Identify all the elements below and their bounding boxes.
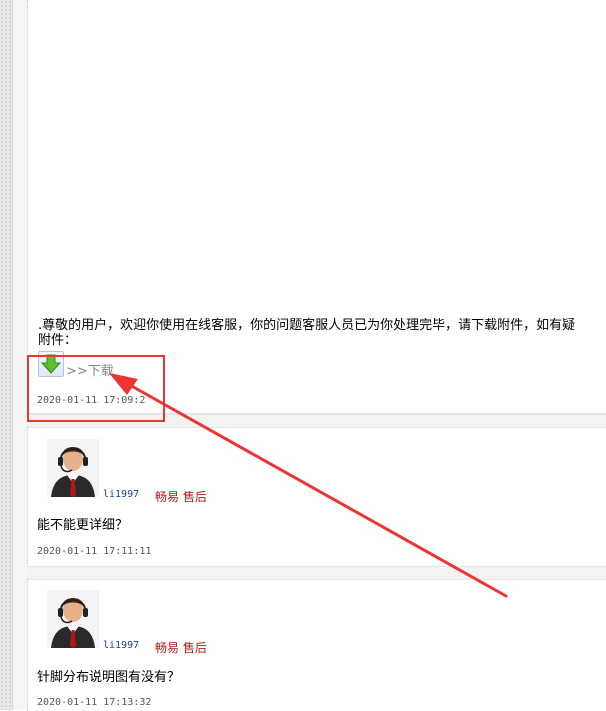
- margin-gap: [13, 0, 27, 710]
- role-badge: 畅易 售后: [155, 490, 207, 504]
- username[interactable]: li1997: [103, 489, 139, 500]
- message-card-1: .尊敬的用户，欢迎你使用在线客服，你的问题客服人员已为你处理完毕，请下载附件，如…: [27, 0, 606, 414]
- message-text: 针脚分布说明图有没有？: [37, 670, 181, 685]
- message-card-2: li1997 畅易 售后 能不能更详细？ 2020-01-11 17:11:11: [27, 427, 606, 567]
- message-time: 2020-01-11 17:11:11: [37, 546, 152, 557]
- username[interactable]: li1997: [103, 640, 139, 651]
- message-text-line: 附件：: [38, 333, 78, 348]
- customer-service-agent-icon: [47, 590, 99, 648]
- message-text-line: .尊敬的用户，欢迎你使用在线客服，你的问题客服人员已为你处理完毕，请下载附件，如…: [38, 318, 576, 333]
- message-card-3: li1997 畅易 售后 针脚分布说明图有没有？ 2020-01-11 17:1…: [27, 579, 606, 711]
- message-text: .尊敬的用户，欢迎你使用在线客服，你的问题客服人员已为你处理完毕，请下载附件，如…: [38, 318, 606, 348]
- message-text: 能不能更详细？: [37, 518, 129, 533]
- customer-service-agent-icon: [47, 439, 99, 497]
- message-time: 2020-01-11 17:13:32: [37, 697, 152, 708]
- annotation-highlight-box: [27, 355, 165, 422]
- message-separator: [27, 566, 606, 580]
- left-scrollbar[interactable]: [0, 0, 13, 710]
- role-badge: 畅易 售后: [155, 641, 207, 655]
